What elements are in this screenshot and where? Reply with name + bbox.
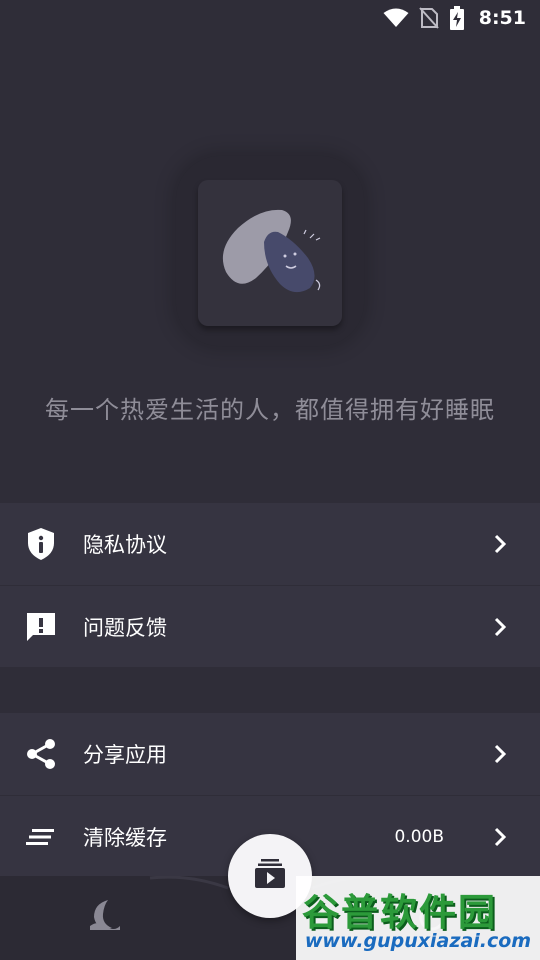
- share-app-label: 分享应用: [83, 743, 167, 767]
- cache-size-value: 0.00B: [394, 826, 444, 847]
- no-sim-icon: [418, 7, 439, 29]
- battery-charging-icon: [449, 6, 465, 30]
- feedback-item[interactable]: 问题反馈: [0, 585, 540, 667]
- watermark: 谷普软件园 www.gupuxiazai.com: [296, 876, 540, 960]
- feedback-label: 问题反馈: [83, 615, 167, 640]
- app-logo: [198, 180, 342, 326]
- wifi-icon: [383, 8, 409, 28]
- chevron-right-icon: [490, 615, 510, 639]
- chevron-right-icon: [490, 825, 510, 849]
- status-bar: 8:51: [0, 0, 540, 36]
- watermark-url: www.gupuxiazai.com: [304, 930, 532, 952]
- chevron-right-icon: [490, 532, 510, 556]
- privacy-policy-item[interactable]: 隐私协议: [0, 503, 540, 585]
- watermark-title: 谷普软件园: [302, 891, 497, 934]
- menu-group-1: 隐私协议 问题反馈: [0, 503, 540, 667]
- playlist-play-icon: [253, 859, 287, 893]
- shield-info-icon: [24, 527, 58, 561]
- clear-cache-icon: [24, 820, 58, 854]
- share-app-item[interactable]: 分享应用: [0, 713, 540, 795]
- share-icon: [24, 737, 58, 771]
- status-time: 8:51: [478, 7, 526, 29]
- chevron-right-icon: [490, 742, 510, 766]
- slogan-text: 每一个热爱生活的人，都值得拥有好睡眠: [45, 396, 495, 424]
- moon-icon[interactable]: [88, 898, 122, 936]
- feedback-icon: [24, 610, 58, 644]
- privacy-policy-label: 隐私协议: [83, 533, 167, 557]
